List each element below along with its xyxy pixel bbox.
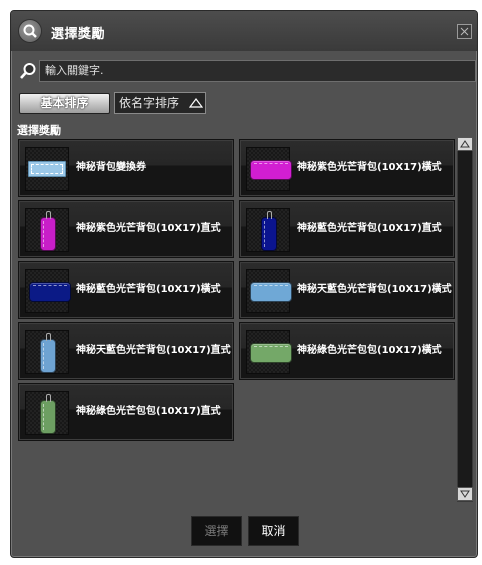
item-thumbnail (246, 269, 292, 313)
reward-item[interactable]: 神秘紫色光芒背包(10X17)橫式 (239, 139, 455, 197)
scroll-down-button[interactable] (457, 487, 473, 501)
scroll-up-button[interactable] (457, 137, 473, 151)
reward-item[interactable]: 神秘天藍色光芒背包(10X17)直式 (18, 322, 234, 380)
bag-vertical-icon (261, 211, 277, 251)
triangle-down-icon (460, 490, 470, 498)
reward-item[interactable]: 神秘背包變換券 (18, 139, 234, 197)
item-thumbnail (246, 208, 290, 252)
cancel-button[interactable]: 取消 (248, 516, 299, 546)
reward-item[interactable]: 神秘紫色光芒背包(10X17)直式 (18, 200, 234, 258)
window-title: 選擇獎勵 (51, 27, 106, 42)
item-label: 神秘藍色光芒背包(10X17)橫式 (76, 284, 221, 295)
item-thumbnail (25, 330, 69, 374)
search-icon (20, 63, 36, 79)
search-input[interactable]: 輸入關鍵字. (39, 60, 476, 82)
item-label: 神秘背包變換券 (76, 162, 146, 173)
voucher-icon (28, 161, 66, 177)
item-label: 神秘藍色光芒背包(10X17)直式 (297, 223, 442, 234)
search-magnifier-icon (19, 20, 41, 42)
item-thumbnail (25, 269, 71, 313)
close-icon (460, 27, 469, 36)
scrollbar-track[interactable] (457, 137, 473, 502)
reward-item[interactable]: 神秘綠色光芒包包(10X17)直式 (18, 383, 234, 441)
name-sort-button[interactable]: 依名字排序 (114, 92, 206, 114)
item-label: 神秘天藍色光芒背包(10X17)橫式 (297, 284, 452, 295)
title-bar[interactable]: 選擇獎勵 (11, 11, 477, 51)
item-label: 神秘天藍色光芒背包(10X17)直式 (76, 345, 231, 356)
item-thumbnail (246, 330, 292, 374)
item-label: 神秘紫色光芒背包(10X17)直式 (76, 223, 221, 234)
basic-sort-button[interactable]: 基本排序 (19, 93, 110, 114)
bag-vertical-icon (40, 333, 56, 373)
bag-horizontal-icon (250, 343, 292, 363)
bag-vertical-icon (40, 394, 56, 434)
close-button[interactable] (457, 24, 472, 39)
item-thumbnail (246, 147, 292, 191)
reward-item[interactable]: 神秘天藍色光芒背包(10X17)橫式 (239, 261, 455, 319)
bag-vertical-icon (40, 211, 56, 251)
triangle-up-icon (460, 140, 470, 148)
reward-item[interactable]: 神秘藍色光芒背包(10X17)直式 (239, 200, 455, 258)
item-label: 神秘綠色光芒包包(10X17)直式 (76, 406, 221, 417)
reward-item[interactable]: 神秘藍色光芒背包(10X17)橫式 (18, 261, 234, 319)
item-label: 神秘綠色光芒包包(10X17)橫式 (297, 345, 442, 356)
name-sort-label: 依名字排序 (119, 96, 180, 110)
reward-item[interactable]: 神秘綠色光芒包包(10X17)橫式 (239, 322, 455, 380)
bag-horizontal-icon (250, 282, 292, 302)
section-label: 選擇獎勵 (17, 124, 61, 137)
search-row: 輸入關鍵字. (17, 60, 476, 82)
select-button[interactable]: 選擇 (191, 516, 242, 546)
item-thumbnail (25, 391, 69, 435)
item-thumbnail (25, 147, 69, 191)
reward-select-window: 選擇獎勵 輸入關鍵字. 基本排序 依名字排序 選擇獎勵 神秘背包變換券 神秘紫色… (10, 10, 478, 558)
item-label: 神秘紫色光芒背包(10X17)橫式 (297, 162, 442, 173)
bag-horizontal-icon (250, 160, 292, 180)
item-thumbnail (25, 208, 69, 252)
bag-horizontal-icon (29, 282, 71, 302)
triangle-up-icon (189, 98, 203, 108)
